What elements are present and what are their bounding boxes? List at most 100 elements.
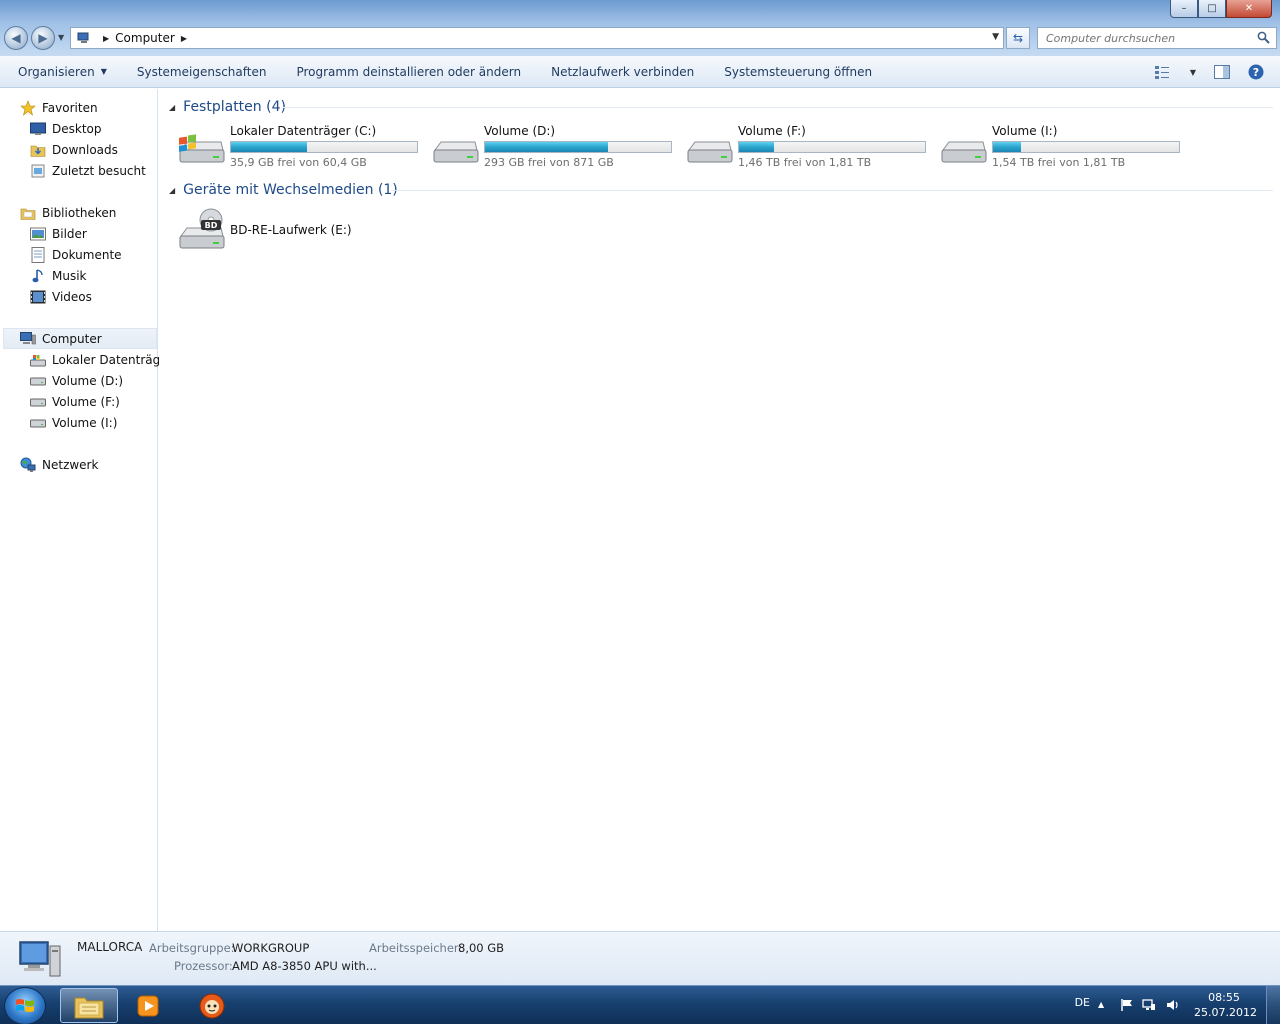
sidebar-item-drive-f[interactable]: Volume (F:) (30, 391, 120, 412)
drive-usage-bar (738, 141, 926, 153)
computer-name: MALLORCA (77, 940, 143, 954)
drive-usage-fill (485, 142, 608, 152)
refresh-button[interactable]: ⇆ (1006, 27, 1030, 49)
drive-tile-d[interactable]: Volume (D:) 293 GB frei von 871 GB (431, 124, 681, 174)
forward-arrow-icon: ▶ (38, 31, 48, 45)
sidebar-item-network[interactable]: Netzwerk (20, 454, 98, 475)
sidebar-item-drive-d[interactable]: Volume (D:) (30, 370, 123, 391)
language-indicator[interactable]: DE (1075, 996, 1090, 1009)
processor-value: AMD A8-3850 APU with... (232, 959, 377, 973)
drive-usage-bar (230, 141, 418, 153)
open-control-panel-button[interactable]: Systemsteuerung öffnen (709, 56, 887, 88)
show-hidden-icons-icon[interactable]: ▲ (1098, 1000, 1112, 1014)
minimize-button[interactable]: – (1170, 0, 1198, 18)
sidebar-item-label: Dokumente (52, 247, 122, 262)
back-arrow-icon: ◀ (11, 31, 21, 45)
network-status-icon[interactable] (1142, 998, 1156, 1012)
sidebar-item-drive-c[interactable]: Lokaler Datenträger (30, 349, 173, 370)
help-button[interactable]: ? (1246, 62, 1266, 82)
workgroup-label: Arbeitsgruppe: (149, 941, 235, 955)
sidebar-item-music[interactable]: Musik (30, 265, 87, 286)
drive-icon (687, 141, 733, 163)
sidebar-item-documents[interactable]: Dokumente (30, 244, 122, 265)
search-input[interactable] (1038, 28, 1248, 48)
change-view-button[interactable] (1154, 62, 1174, 82)
sidebar-item-label: Favoriten (42, 100, 98, 115)
sidebar-item-recent[interactable]: Zuletzt besucht (30, 160, 146, 181)
address-bar[interactable]: ▶ Computer ▶ ▼ (70, 27, 1004, 49)
close-button[interactable]: ✕ (1226, 0, 1272, 18)
uninstall-program-button[interactable]: Programm deinstallieren oder ändern (281, 56, 536, 88)
drive-name: Volume (I:) (992, 124, 1058, 138)
drive-usage-fill (993, 142, 1021, 152)
sidebar-item-label: Lokaler Datenträger (52, 352, 173, 367)
drive-usage-bar (484, 141, 672, 153)
breadcrumb-separator-icon[interactable]: ▶ (103, 34, 109, 43)
sidebar-item-pictures[interactable]: Bilder (30, 223, 87, 244)
organize-button[interactable]: Organisieren ▼ (0, 56, 122, 88)
clock-time: 08:55 (1208, 991, 1240, 1004)
back-button[interactable]: ◀ (4, 26, 28, 50)
help-icon: ? (1248, 64, 1264, 80)
network-icon (20, 457, 36, 473)
drive-tile-i[interactable]: Volume (I:) 1,54 TB frei von 1,81 TB (939, 124, 1189, 174)
drive-tile-c[interactable]: Lokaler Datenträger (C:) 35,9 GB frei vo… (177, 124, 427, 174)
sidebar-item-label: Desktop (52, 121, 102, 136)
libraries-icon (20, 205, 36, 221)
map-network-drive-button[interactable]: Netzlaufwerk verbinden (536, 56, 709, 88)
navigation-pane: Favoriten Desktop Downloads Zuletzt besu… (0, 89, 173, 931)
sidebar-item-desktop[interactable]: Desktop (30, 118, 102, 139)
window-controls: – □ ✕ (1170, 0, 1272, 18)
system-properties-button[interactable]: Systemeigenschaften (122, 56, 282, 88)
volume-icon[interactable] (1166, 998, 1180, 1012)
taskbar-browser[interactable] (183, 988, 241, 1023)
maximize-button[interactable]: □ (1198, 0, 1226, 18)
start-button[interactable] (4, 987, 46, 1024)
browser-icon (199, 993, 225, 1018)
search-box[interactable] (1037, 27, 1277, 49)
music-icon (30, 268, 46, 284)
drive-tile-bd-e[interactable]: BD BD-RE-Laufwerk (E:) (177, 207, 427, 257)
taskbar-media-player[interactable] (119, 988, 177, 1023)
group-header-hard-drives[interactable]: ◢ Festplatten (4) (169, 97, 286, 117)
refresh-icon: ⇆ (1012, 31, 1024, 45)
details-pane: MALLORCA Arbeitsgruppe: WORKGROUP Arbeit… (0, 931, 1280, 985)
view-dropdown-icon[interactable]: ▼ (1188, 62, 1198, 82)
command-bar: Organisieren ▼ Systemeigenschaften Progr… (0, 56, 1280, 88)
group-header-removable[interactable]: ◢ Geräte mit Wechselmedien (1) (169, 180, 398, 200)
sidebar-item-libraries[interactable]: Bibliotheken (20, 202, 116, 223)
sidebar-item-favorites[interactable]: Favoriten (20, 97, 98, 118)
drive-name: Volume (D:) (484, 124, 556, 138)
recent-pages-dropdown[interactable]: ▼ (58, 33, 64, 42)
collapse-triangle-icon[interactable]: ◢ (169, 103, 175, 112)
drive-tile-f[interactable]: Volume (F:) 1,46 TB frei von 1,81 TB (685, 124, 935, 174)
drive-usage-bar (992, 141, 1180, 153)
address-dropdown-icon[interactable]: ▼ (992, 32, 999, 42)
collapse-triangle-icon[interactable]: ◢ (169, 186, 175, 195)
title-bar: – □ ✕ ◀ ▶ ▼ ▶ Computer ▶ ▼ ⇆ (0, 0, 1280, 56)
show-desktop-button[interactable] (1266, 986, 1280, 1024)
sidebar-item-downloads[interactable]: Downloads (30, 139, 118, 160)
forward-button[interactable]: ▶ (31, 26, 55, 50)
pictures-icon (30, 226, 46, 242)
breadcrumb-computer[interactable]: Computer (115, 31, 175, 45)
drive-free-space: 1,54 TB frei von 1,81 TB (992, 156, 1126, 169)
sidebar-item-label: Bibliotheken (42, 205, 117, 220)
search-icon[interactable] (1257, 31, 1270, 44)
svg-text:BD: BD (205, 221, 218, 230)
preview-pane-button[interactable] (1212, 62, 1232, 82)
action-center-flag-icon[interactable] (1120, 998, 1134, 1012)
sidebar-item-videos[interactable]: Videos (30, 286, 92, 307)
media-player-icon (137, 995, 159, 1016)
sidebar-item-drive-i[interactable]: Volume (I:) (30, 412, 117, 433)
sidebar-item-label: Volume (F:) (52, 394, 120, 409)
taskbar-explorer[interactable] (60, 988, 118, 1023)
breadcrumb-separator-icon[interactable]: ▶ (181, 34, 187, 43)
computer-icon (20, 331, 36, 347)
videos-icon (30, 289, 46, 305)
drive-icon (30, 415, 46, 431)
sidebar-item-computer[interactable]: Computer (3, 328, 157, 349)
star-icon (20, 99, 36, 116)
clock[interactable]: 08:55 25.07.2012 (1194, 990, 1257, 1020)
organize-label: Organisieren (18, 64, 95, 79)
